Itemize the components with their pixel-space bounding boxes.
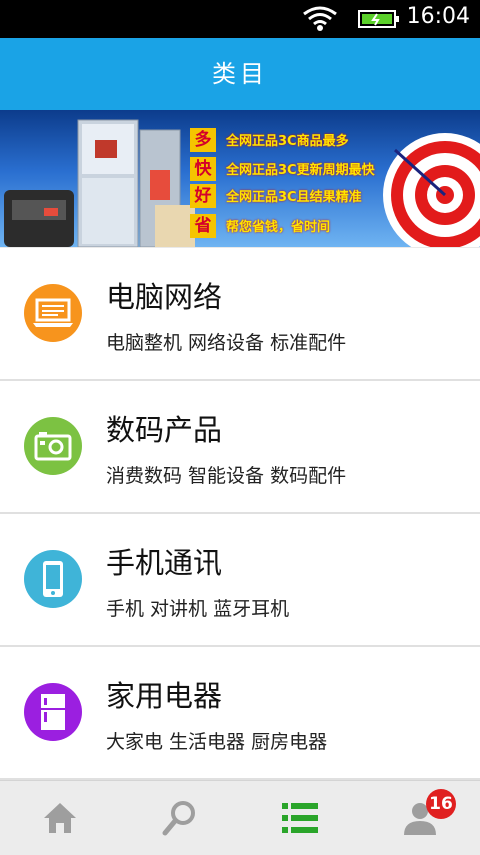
- phone-icon: [24, 550, 82, 608]
- category-title: 电脑网络: [106, 280, 223, 314]
- page-title: 类目: [0, 38, 480, 110]
- tab-home[interactable]: [0, 781, 120, 855]
- target-icon: [383, 133, 480, 247]
- battery-icon: [358, 9, 400, 33]
- status-time: 16:04: [406, 4, 470, 29]
- home-icon: [44, 803, 76, 833]
- bottom-tab-bar: [0, 780, 480, 855]
- category-item-appliances[interactable]: 家用电器 大家电 生活电器 厨房电器: [0, 647, 480, 780]
- status-bar: 16:04: [0, 0, 480, 38]
- category-subtitle: 电脑整机 网络设备 标准配件: [106, 332, 347, 354]
- category-subtitle: 手机 对讲机 蓝牙耳机: [106, 598, 290, 620]
- tab-profile[interactable]: [360, 781, 480, 855]
- laptop-icon: [24, 284, 82, 342]
- category-title: 数码产品: [106, 413, 223, 447]
- tab-search[interactable]: [120, 781, 240, 855]
- appliances-illustration: [4, 119, 195, 247]
- wifi-icon: [302, 4, 338, 38]
- search-icon: [162, 801, 195, 836]
- tab-categories[interactable]: [240, 781, 360, 855]
- category-title: 手机通讯: [106, 546, 223, 580]
- category-subtitle: 大家电 生活电器 厨房电器: [106, 731, 328, 753]
- notification-badge: 16: [426, 789, 456, 819]
- category-item-computers[interactable]: 电脑网络 电脑整机 网络设备 标准配件: [0, 248, 480, 381]
- camera-icon: [24, 417, 82, 475]
- fridge-icon: [24, 683, 82, 741]
- category-title: 家用电器: [106, 679, 223, 713]
- promo-banner[interactable]: 多 全网正品3C商品最多 快 全网正品3C更新周期最快 好 全网正品3C且结果精…: [0, 110, 480, 247]
- category-subtitle: 消费数码 智能设备 数码配件: [106, 465, 347, 487]
- category-item-phones[interactable]: 手机通讯 手机 对讲机 蓝牙耳机: [0, 514, 480, 647]
- category-list: 电脑网络 电脑整机 网络设备 标准配件 数码产品 消费数码 智能设备 数码配件 …: [0, 248, 480, 780]
- category-item-digital[interactable]: 数码产品 消费数码 智能设备 数码配件: [0, 381, 480, 514]
- list-icon: [282, 803, 318, 833]
